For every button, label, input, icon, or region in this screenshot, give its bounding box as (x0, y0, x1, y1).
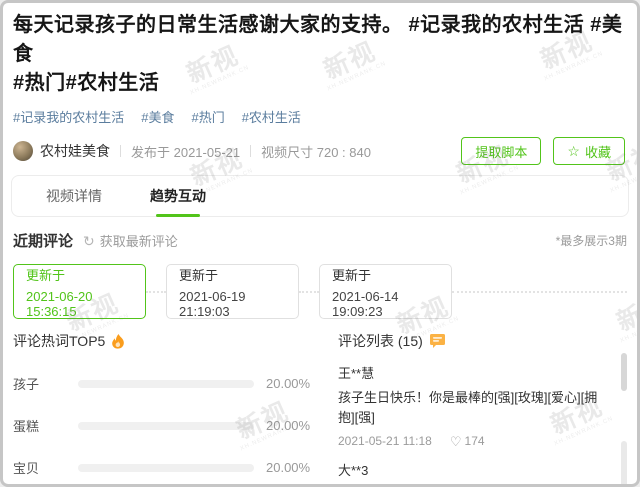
update-card-3[interactable]: 更新于 2021-06-14 19:09:23 (319, 264, 452, 319)
refresh-label: 获取最新评论 (99, 234, 178, 249)
recent-comments-head: 近期评论 ↻ 获取最新评论 *最多展示3期 (13, 230, 627, 251)
divider (250, 145, 252, 157)
hot-word-row: 宝贝 20.00% (13, 458, 328, 477)
extract-script-label: 提取脚本 (475, 144, 528, 160)
hot-word-label: 孩子 (13, 377, 40, 392)
comment-time: 2021-05-21 11:18 (338, 434, 432, 448)
hashtag-2[interactable]: #美食 (141, 107, 174, 126)
divider (120, 145, 121, 157)
avatar[interactable] (13, 141, 33, 161)
scrollbar-track[interactable] (621, 441, 627, 484)
hot-word-row: 蛋糕 20.00% (13, 416, 328, 435)
scrollbar-thumb[interactable] (621, 353, 627, 391)
hot-word-percent: 20.00% (266, 376, 311, 391)
title-line-2: #热门#农村生活 (13, 72, 160, 94)
update-card-1-datetime: 2021-06-20 15:36:15 (26, 288, 93, 319)
extract-script-button[interactable]: 提取脚本 (461, 137, 542, 165)
update-card-3-label: 更新于 (332, 267, 372, 283)
page-title: 每天记录孩子的日常生活感谢大家的支持。 #记录我的农村生活 #美食 #热门#农村… (13, 11, 625, 98)
hot-word-bar (78, 379, 254, 388)
author-row: 农村娃美食 发布于 2021-05-21 视频尺寸 720 : 840 提取脚本… (13, 137, 625, 165)
hot-words-head: 评论热词TOP5 (13, 331, 328, 351)
comment-scrollbar (621, 353, 627, 484)
hot-word-percent: 20.00% (266, 460, 311, 475)
tab-video-detail-label: 视频详情 (46, 188, 102, 204)
video-detail-panel: 每天记录孩子的日常生活感谢大家的支持。 #记录我的农村生活 #美食 #热门#农村… (0, 0, 640, 487)
tab-trend-interaction-label: 趋势互动 (150, 188, 206, 204)
comment-icon (429, 334, 445, 348)
publish-date: 发布于 2021-05-21 (131, 144, 241, 160)
author-name[interactable]: 农村娃美食 (40, 141, 110, 161)
comment-meta: 2021-05-21 11:18 ♡ 174 (338, 434, 609, 448)
update-card-2-datetime: 2021-06-19 21:19:03 (179, 288, 246, 319)
comment-text: 孩子生日快乐！你是最棒的[强][玫瑰][爱心][拥抱][强] (338, 390, 598, 425)
hot-word-bar (78, 463, 254, 472)
comment-like-count: 174 (464, 434, 485, 448)
dotted-connector (299, 290, 319, 293)
hashtag-1[interactable]: #记录我的农村生活 (13, 107, 124, 126)
main-content: 近期评论 ↻ 获取最新评论 *最多展示3期 更新于 2021-06-20 15:… (3, 230, 637, 484)
tab-video-detail[interactable]: 视频详情 (46, 176, 102, 216)
comment-list-panel: 评论列表 (15) 王**慧 孩子生日快乐！你是最棒的[强][玫瑰][爱心][拥… (328, 331, 627, 484)
flame-icon (112, 333, 125, 349)
header: 每天记录孩子的日常生活感谢大家的支持。 #记录我的农村生活 #美食 #热门#农村… (3, 3, 637, 165)
video-size: 视频尺寸 720 : 840 (261, 144, 371, 160)
hot-words-title: 评论热词TOP5 (13, 333, 106, 349)
tab-trend-interaction[interactable]: 趋势互动 (150, 176, 206, 216)
hot-word-bar (78, 421, 254, 430)
tab-bar: 视频详情 趋势互动 (11, 175, 629, 217)
hot-word-label: 宝贝 (13, 461, 40, 476)
title-line-1: 每天记录孩子的日常生活感谢大家的支持。 #记录我的农村生活 #美食 (13, 14, 623, 65)
header-actions: 提取脚本 ☆ 收藏 (461, 137, 625, 165)
comment-list-head: 评论列表 (15) (338, 331, 627, 351)
update-cards-row: 更新于 2021-06-20 15:36:15 更新于 2021-06-19 2… (13, 264, 627, 319)
comment-user: 王**慧 (338, 366, 375, 381)
comment-user: 大**3 (338, 463, 369, 478)
hashtag-4[interactable]: #农村生活 (242, 107, 301, 126)
hot-word-label: 蛋糕 (13, 419, 40, 434)
dotted-connector (146, 290, 166, 293)
two-column-area: 评论热词TOP5 孩子 20.00% 蛋糕 20.00% 宝贝 20.00% 评… (13, 331, 627, 484)
comment-item: 大**3 孩子你真棒啊，我都做了30年饭还不如你呀，孩子你太厉害了。 2021-… (338, 460, 627, 484)
dotted-connector (452, 290, 627, 293)
heart-icon: ♡ (449, 433, 462, 449)
update-card-1[interactable]: 更新于 2021-06-20 15:36:15 (13, 264, 146, 319)
comment-likes: ♡ 174 (450, 434, 485, 448)
update-card-1-label: 更新于 (26, 267, 66, 283)
update-card-2[interactable]: 更新于 2021-06-19 21:19:03 (166, 264, 299, 319)
update-card-3-datetime: 2021-06-14 19:09:23 (332, 288, 399, 319)
star-icon: ☆ (567, 143, 580, 159)
comment-list-title: 评论列表 (15) (338, 333, 423, 349)
favorite-label: 收藏 (584, 144, 611, 160)
hashtag-3[interactable]: #热门 (191, 107, 224, 126)
refresh-icon: ↻ (83, 232, 95, 249)
hot-word-row: 孩子 20.00% (13, 374, 328, 393)
favorite-button[interactable]: ☆ 收藏 (553, 137, 625, 165)
hashtag-list: #记录我的农村生活 #美食 #热门 #农村生活 (13, 107, 625, 126)
comment-item: 王**慧 孩子生日快乐！你是最棒的[强][玫瑰][爱心][拥抱][强] 2021… (338, 363, 627, 448)
update-card-2-label: 更新于 (179, 267, 219, 283)
refresh-comments-button[interactable]: ↻ 获取最新评论 (83, 231, 178, 250)
recent-comments-title: 近期评论 (13, 233, 74, 250)
hot-words-panel: 评论热词TOP5 孩子 20.00% 蛋糕 20.00% 宝贝 20.00% (13, 331, 328, 484)
max-periods-note: *最多展示3期 (555, 234, 627, 248)
hot-word-percent: 20.00% (266, 418, 311, 433)
